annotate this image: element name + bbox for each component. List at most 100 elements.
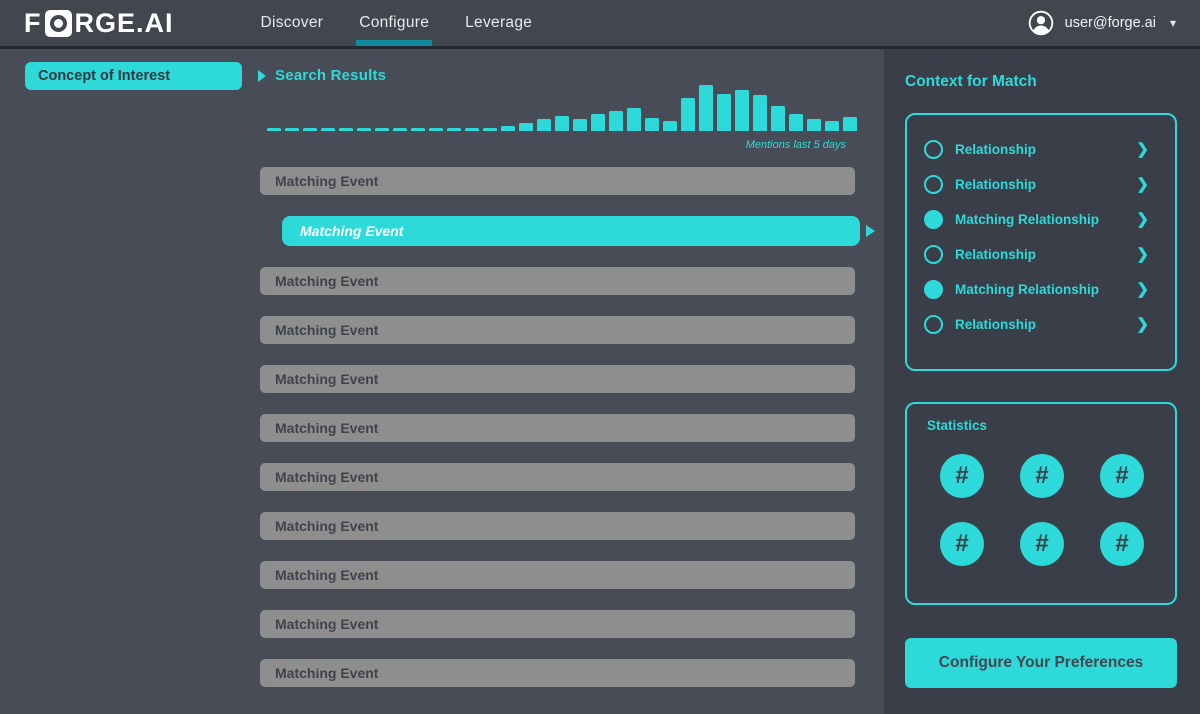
user-avatar-icon [1028,10,1053,36]
matching-event-label: Matching Event [275,469,379,485]
chart-bar [519,123,533,131]
event-row: Matching Event [260,561,875,589]
chart-bar [591,114,605,131]
chart-bar [609,111,623,131]
mentions-bar-chart [267,85,857,131]
chart-bar [843,117,857,131]
matching-event-bar[interactable]: Matching Event [260,365,855,393]
chevron-right-icon[interactable]: ❯ [1136,177,1149,192]
chart-bar [789,114,803,131]
configure-preferences-button[interactable]: Configure Your Preferences [905,638,1177,688]
matching-event-bar[interactable]: Matching Event [260,561,855,589]
context-relationships-box: Relationship ❯ Relationship ❯ Matching Relat… [905,113,1177,371]
filled-circle-icon [924,210,943,229]
nav-tab-configure[interactable]: Configure [356,0,433,46]
top-nav: F RGE.AI Discover Configure Leverage user@… [0,0,1200,49]
nav-tab-discover[interactable]: Discover [258,0,327,46]
chart-bar [393,128,407,131]
chevron-right-icon[interactable]: ❯ [1136,282,1149,297]
chart-bar [771,106,785,131]
matching-event-bar[interactable]: Matching Event [260,167,855,195]
search-results-title: Search Results [275,67,387,84]
chart-bar [825,121,839,131]
matching-event-bar[interactable]: Matching Event [260,463,855,491]
forge-aperture-icon [44,9,72,37]
chevron-right-icon[interactable]: ❯ [1136,317,1149,332]
matching-event-label: Matching Event [275,371,379,387]
statistics-box: Statistics # # # # # # [905,402,1177,605]
matching-event-list: Matching Event Matching Event Matching Eve… [260,167,875,687]
chart-bar [663,121,677,131]
user-menu[interactable]: user@forge.ai ▾ [1028,0,1176,46]
event-row: Matching Event [260,659,875,687]
user-email: user@forge.ai [1064,15,1156,31]
matching-event-bar[interactable]: Matching Event [260,267,855,295]
chevron-down-icon[interactable]: ▾ [1170,16,1176,30]
matching-event-bar[interactable]: Matching Event [260,659,855,687]
statistic-badge: # [940,522,984,566]
chart-bar [573,119,587,131]
chevron-right-icon[interactable]: ❯ [1136,142,1149,157]
chart-bar [465,128,479,131]
context-item-label: Relationship [955,247,1037,262]
matching-event-bar[interactable]: Matching Event [260,610,855,638]
brand-logo[interactable]: F RGE.AI [24,0,174,46]
chart-bar [537,119,551,131]
event-row: Matching Event [260,414,875,442]
statistic-badge: # [1100,454,1144,498]
outline-circle-icon [924,140,943,159]
event-row: Matching Event [260,267,875,295]
matching-event-label: Matching Event [275,322,379,338]
chart-bar [645,118,659,131]
chart-caption: Mentions last 5 days [745,139,846,151]
chart-bar [321,128,335,131]
chart-bar [429,128,443,131]
nav-tab-leverage[interactable]: Leverage [462,0,535,46]
results-panel: Search Results Mentions last 5 days Matc… [0,49,884,714]
chart-bar [753,95,767,131]
context-item-relationship[interactable]: Relationship ❯ [907,132,1175,167]
context-item-label: Relationship [955,177,1037,192]
chart-bar [447,128,461,131]
primary-nav: Discover Configure Leverage [258,0,536,46]
chevron-right-icon[interactable]: ❯ [1136,212,1149,227]
matching-event-label: Matching Event [275,665,379,681]
chart-bar [807,119,821,131]
context-item-relationship[interactable]: Relationship ❯ [907,237,1175,272]
chevron-right-icon[interactable]: ❯ [1136,247,1149,262]
matching-event-label: Matching Event [275,616,379,632]
chart-bar [627,108,641,131]
chart-bar [267,128,281,131]
context-item-label: Relationship [955,317,1037,332]
filled-circle-icon [924,280,943,299]
context-item-relationship[interactable]: Relationship ❯ [907,307,1175,342]
matching-event-label: Matching Event [275,173,379,189]
statistics-heading: Statistics [927,418,988,433]
outline-circle-icon [924,315,943,334]
concept-search-box[interactable] [25,62,242,90]
context-item-relationship[interactable]: Relationship ❯ [907,167,1175,202]
context-item-matching-relationship[interactable]: Matching Relationship ❯ [907,272,1175,307]
matching-event-bar[interactable]: Matching Event [260,316,855,344]
chart-bar [303,128,317,131]
matching-event-label: Matching Event [300,223,404,239]
selected-event-arrow-icon [866,225,875,237]
event-row: Matching Event [260,316,875,344]
context-item-matching-relationship[interactable]: Matching Relationship ❯ [907,202,1175,237]
context-item-label: Relationship [955,142,1037,157]
brand-logo-prefix: F [24,7,42,38]
chart-bar [699,85,713,131]
event-row: Matching Event [260,216,875,246]
triangle-right-icon [258,69,266,82]
chart-bar [285,128,299,131]
matching-event-bar[interactable]: Matching Event [260,414,855,442]
matching-event-bar-selected[interactable]: Matching Event [282,216,860,246]
context-item-label: Matching Relationship [955,282,1100,297]
chart-bar [735,90,749,131]
matching-event-bar[interactable]: Matching Event [260,512,855,540]
concept-search-input[interactable] [38,68,235,84]
statistic-badge: # [1100,522,1144,566]
statistic-badge: # [1020,522,1064,566]
context-sidebar: Context for Match Relationship ❯ Relations… [884,49,1200,714]
matching-event-label: Matching Event [275,567,379,583]
